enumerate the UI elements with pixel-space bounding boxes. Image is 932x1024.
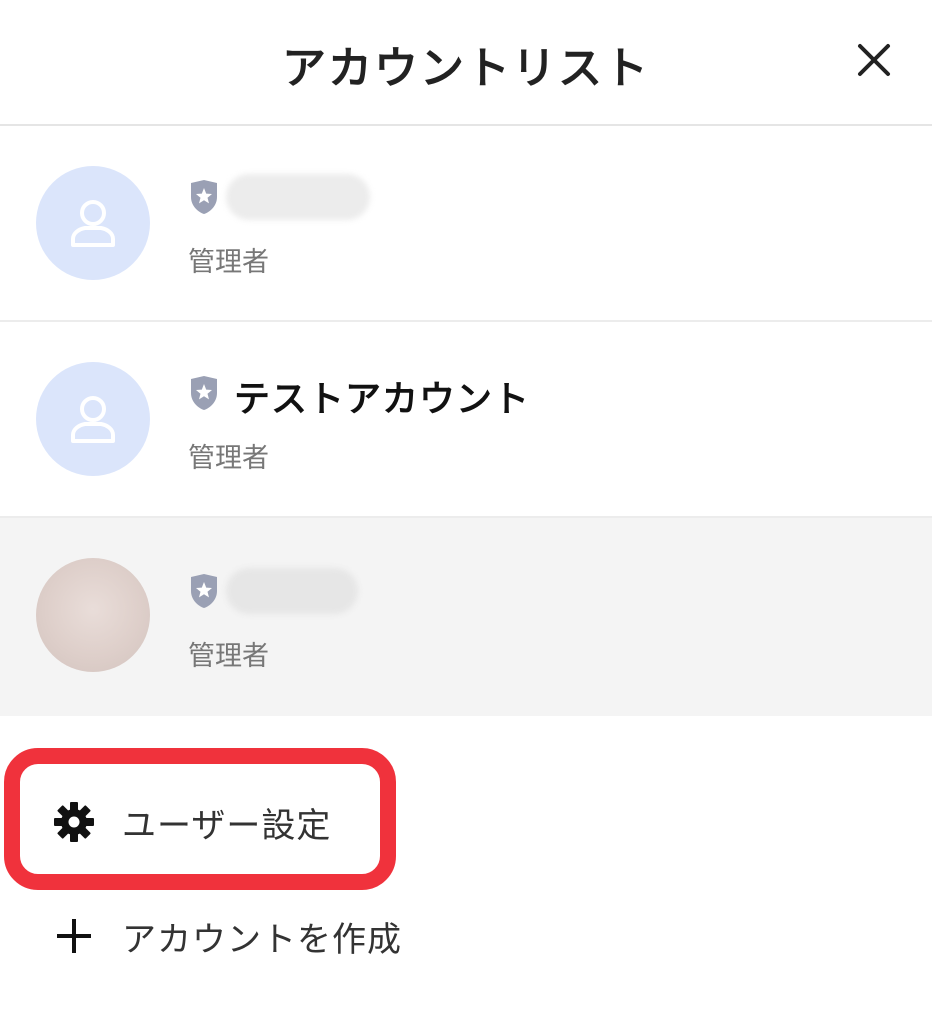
account-role: 管理者 xyxy=(188,641,269,672)
account-row[interactable]: 管理者 xyxy=(0,126,932,322)
user-settings-button[interactable]: ユーザー設定 xyxy=(50,792,331,852)
account-role: 管理者 xyxy=(188,247,269,278)
page-title: アカウントリスト xyxy=(282,43,650,94)
header: アカウントリスト xyxy=(0,0,932,126)
avatar xyxy=(36,362,150,476)
user-settings-label: ユーザー設定 xyxy=(122,805,332,846)
account-row[interactable]: テストアカウント 管理者 xyxy=(0,322,932,518)
gear-icon xyxy=(50,798,98,846)
user-icon xyxy=(71,396,115,443)
avatar-photo xyxy=(36,558,150,672)
avatar xyxy=(36,166,150,280)
account-name: テストアカウント xyxy=(234,379,531,420)
account-name-redacted xyxy=(226,174,370,220)
admin-shield-icon xyxy=(191,376,217,410)
create-account-label: アカウントを作成 xyxy=(122,919,402,960)
create-account-button[interactable]: アカウントを作成 xyxy=(50,906,402,966)
account-row-selected[interactable]: 管理者 xyxy=(0,518,932,716)
account-role: 管理者 xyxy=(188,443,269,474)
user-icon xyxy=(71,200,115,247)
account-name-redacted xyxy=(226,568,358,614)
plus-icon xyxy=(50,912,98,960)
admin-shield-icon xyxy=(191,574,217,608)
admin-shield-icon xyxy=(191,180,217,214)
close-icon[interactable] xyxy=(854,40,894,80)
